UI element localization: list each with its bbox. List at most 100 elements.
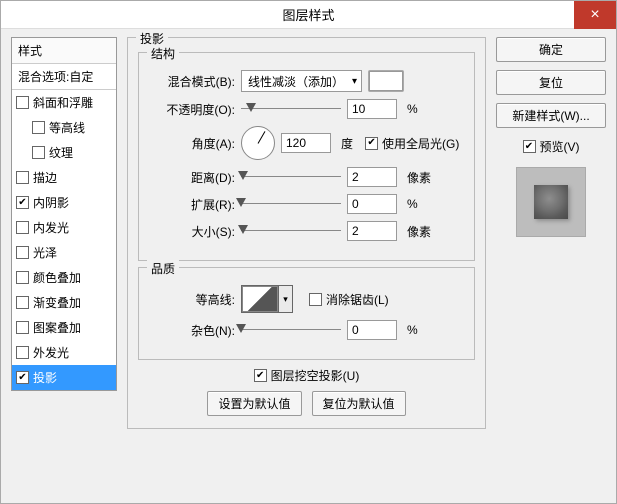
close-button[interactable]: × <box>574 1 616 29</box>
reset-button[interactable]: 复位 <box>496 70 606 95</box>
knockout-label: 图层挖空投影(U) <box>271 367 360 384</box>
knockout-checkbox[interactable]: 图层挖空投影(U) <box>254 367 360 384</box>
chevron-down-icon: ▾ <box>352 76 357 87</box>
drop-shadow-panel: 投影 结构 混合模式(B): 线性减淡（添加） ▾ 不透明度(O): <box>127 37 486 429</box>
titlebar: 图层样式 × <box>1 1 616 29</box>
checkbox-icon <box>309 293 322 306</box>
style-item[interactable]: 外发光 <box>12 340 116 365</box>
noise-slider[interactable] <box>241 327 341 333</box>
structure-title: 结构 <box>147 45 179 62</box>
spread-input[interactable] <box>347 194 397 214</box>
global-light-label: 使用全局光(G) <box>382 135 459 152</box>
checkbox-icon <box>32 146 45 159</box>
opacity-unit: % <box>407 102 418 116</box>
layer-style-dialog: 图层样式 × 样式 混合选项:自定 斜面和浮雕等高线纹理描边内阴影内发光光泽颜色… <box>0 0 617 504</box>
distance-slider[interactable] <box>241 174 341 180</box>
preview-label: 预览(V) <box>540 138 580 155</box>
quality-title: 品质 <box>147 260 179 277</box>
style-item[interactable]: 图案叠加 <box>12 315 116 340</box>
checkbox-icon <box>16 96 29 109</box>
ok-button[interactable]: 确定 <box>496 37 606 62</box>
checkbox-icon <box>365 137 378 150</box>
style-item[interactable]: 纹理 <box>12 140 116 165</box>
style-item[interactable]: 描边 <box>12 165 116 190</box>
blend-mode-label: 混合模式(B): <box>149 73 235 90</box>
style-item-label: 等高线 <box>49 119 85 136</box>
global-light-checkbox[interactable]: 使用全局光(G) <box>365 135 459 152</box>
angle-unit: 度 <box>341 135 353 152</box>
checkbox-icon <box>16 196 29 209</box>
style-item[interactable]: 光泽 <box>12 240 116 265</box>
checkbox-icon <box>16 246 29 259</box>
opacity-input[interactable] <box>347 99 397 119</box>
size-label: 大小(S): <box>149 223 235 240</box>
new-style-button[interactable]: 新建样式(W)... <box>496 103 606 128</box>
style-item-label: 渐变叠加 <box>33 294 81 311</box>
checkbox-icon <box>32 121 45 134</box>
checkbox-icon <box>16 171 29 184</box>
style-item-label: 内阴影 <box>33 194 69 211</box>
chevron-down-icon: ▾ <box>278 286 292 312</box>
noise-label: 杂色(N): <box>149 322 235 339</box>
opacity-slider[interactable] <box>241 106 341 112</box>
contour-picker[interactable]: ▾ <box>241 285 293 313</box>
size-slider[interactable] <box>241 228 341 234</box>
contour-label: 等高线: <box>149 291 235 308</box>
style-item[interactable]: 内发光 <box>12 215 116 240</box>
blend-mode-value: 线性减淡（添加） <box>248 73 344 90</box>
checkbox-icon <box>16 271 29 284</box>
antialias-label: 消除锯齿(L) <box>326 291 389 308</box>
spread-unit: % <box>407 197 418 211</box>
distance-input[interactable] <box>347 167 397 187</box>
style-item-label: 投影 <box>33 369 57 386</box>
style-item[interactable]: 渐变叠加 <box>12 290 116 315</box>
style-item-label: 图案叠加 <box>33 319 81 336</box>
style-item[interactable]: 等高线 <box>12 115 116 140</box>
style-item[interactable]: 投影 <box>12 365 116 390</box>
antialias-checkbox[interactable]: 消除锯齿(L) <box>309 291 389 308</box>
quality-group: 品质 等高线: ▾ 消除锯齿(L) 杂色(N): <box>138 267 475 360</box>
noise-input[interactable] <box>347 320 397 340</box>
style-item-label: 颜色叠加 <box>33 269 81 286</box>
blending-options-row[interactable]: 混合选项:自定 <box>12 64 116 90</box>
contour-swatch-icon <box>242 286 278 312</box>
spread-slider[interactable] <box>241 201 341 207</box>
reset-default-button[interactable]: 复位为默认值 <box>312 391 406 416</box>
close-icon: × <box>590 6 599 24</box>
checkbox-icon <box>254 369 267 382</box>
distance-label: 距离(D): <box>149 169 235 186</box>
make-default-button[interactable]: 设置为默认值 <box>207 391 301 416</box>
angle-label: 角度(A): <box>149 135 235 152</box>
style-item[interactable]: 颜色叠加 <box>12 265 116 290</box>
window-title: 图层样式 <box>282 5 334 24</box>
styles-header[interactable]: 样式 <box>12 38 116 64</box>
size-unit: 像素 <box>407 223 431 240</box>
styles-list: 样式 混合选项:自定 斜面和浮雕等高线纹理描边内阴影内发光光泽颜色叠加渐变叠加图… <box>11 37 117 391</box>
size-input[interactable] <box>347 221 397 241</box>
checkbox-icon <box>16 371 29 384</box>
opacity-label: 不透明度(O): <box>149 101 235 118</box>
style-item[interactable]: 斜面和浮雕 <box>12 90 116 115</box>
style-item-label: 内发光 <box>33 219 69 236</box>
style-item-label: 斜面和浮雕 <box>33 94 93 111</box>
color-swatch[interactable] <box>368 70 404 92</box>
angle-input[interactable] <box>281 133 331 153</box>
style-item[interactable]: 内阴影 <box>12 190 116 215</box>
style-item-label: 描边 <box>33 169 57 186</box>
style-item-label: 光泽 <box>33 244 57 261</box>
noise-unit: % <box>407 323 418 337</box>
preview-box <box>516 167 586 237</box>
distance-unit: 像素 <box>407 169 431 186</box>
checkbox-icon <box>16 346 29 359</box>
style-item-label: 纹理 <box>49 144 73 161</box>
checkbox-icon <box>16 221 29 234</box>
checkbox-icon <box>523 140 536 153</box>
spread-label: 扩展(R): <box>149 196 235 213</box>
structure-group: 结构 混合模式(B): 线性减淡（添加） ▾ 不透明度(O): % <box>138 52 475 261</box>
checkbox-icon <box>16 296 29 309</box>
style-item-label: 外发光 <box>33 344 69 361</box>
angle-dial[interactable] <box>241 126 275 160</box>
checkbox-icon <box>16 321 29 334</box>
preview-checkbox[interactable]: 预览(V) <box>523 138 580 155</box>
blend-mode-select[interactable]: 线性减淡（添加） ▾ <box>241 70 362 92</box>
